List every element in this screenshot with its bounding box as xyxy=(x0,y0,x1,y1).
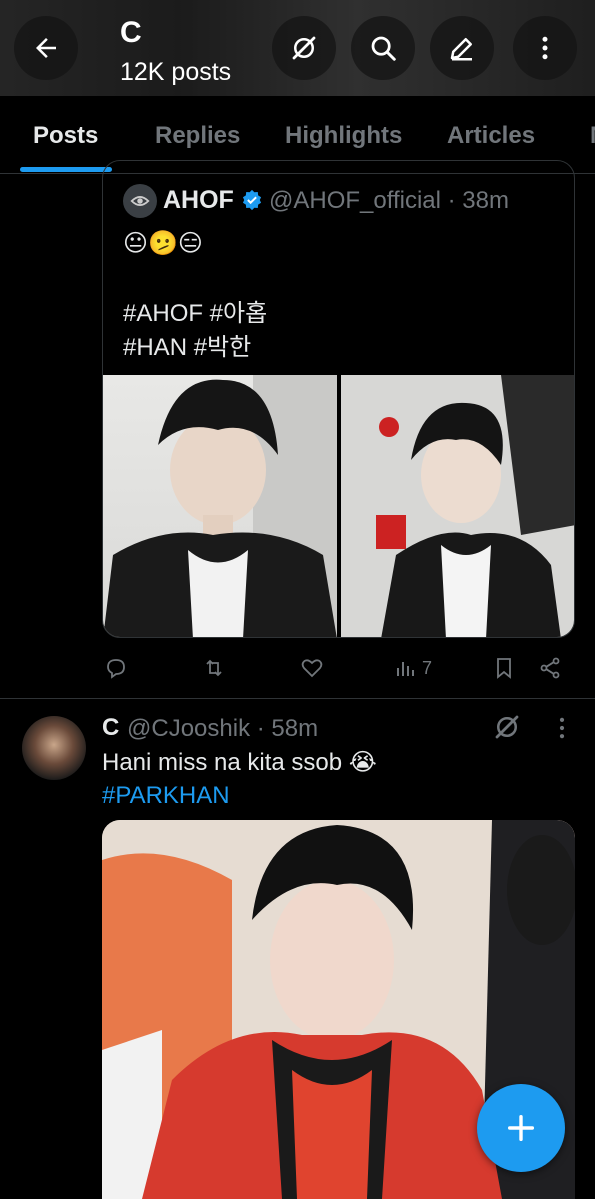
search-icon xyxy=(371,36,396,61)
tab-replies[interactable]: Replies xyxy=(155,122,240,150)
plus-icon xyxy=(507,1114,535,1142)
quoted-photo-2[interactable] xyxy=(341,375,574,637)
grok-button[interactable] xyxy=(272,16,336,80)
verified-badge-icon xyxy=(242,189,262,211)
quoted-photo-1[interactable] xyxy=(103,375,337,637)
arrow-left-icon xyxy=(36,38,56,58)
post-divider xyxy=(0,698,595,699)
share-icon xyxy=(540,657,560,679)
grok-icon xyxy=(292,36,316,60)
more-vertical-icon[interactable] xyxy=(548,714,576,742)
avatar[interactable] xyxy=(22,716,86,780)
photo-illustration xyxy=(103,375,337,637)
photo-illustration xyxy=(341,375,574,637)
tab-posts[interactable]: Posts xyxy=(33,122,98,150)
quoted-author-avatar[interactable] xyxy=(123,184,157,218)
post-text: Hani miss na kita ssob 😭 xyxy=(102,749,377,776)
share-button[interactable] xyxy=(538,656,562,680)
bookmark-button[interactable] xyxy=(492,656,516,680)
grok-icon[interactable] xyxy=(492,712,522,742)
reply-button[interactable] xyxy=(104,656,128,680)
pencil-icon xyxy=(450,38,472,61)
like-button[interactable] xyxy=(300,656,324,680)
quoted-hashtags-line2[interactable]: #HAN #박한 xyxy=(123,327,251,362)
quoted-post[interactable]: AHOF @AHOF_official · 38m 😐🫤😑 #AHOF #아홉 … xyxy=(102,160,575,638)
reply-icon xyxy=(107,659,125,679)
quoted-emoji-line: 😐🫤😑 xyxy=(123,230,203,257)
views-count: 7 xyxy=(422,657,433,678)
back-button[interactable] xyxy=(14,16,78,80)
post-action-bar: 7 xyxy=(102,650,572,690)
heart-icon xyxy=(301,659,323,678)
post-author-name[interactable]: C xyxy=(102,714,119,742)
search-button[interactable] xyxy=(351,16,415,80)
tab-articles[interactable]: Articles xyxy=(447,122,535,150)
edit-button[interactable] xyxy=(430,16,494,80)
post-hashtag-link[interactable]: #PARKHAN xyxy=(102,782,230,810)
compose-post-button[interactable] xyxy=(477,1084,565,1172)
active-tab-indicator xyxy=(20,167,112,172)
more-vertical-icon xyxy=(542,36,548,60)
repost-icon xyxy=(206,659,222,677)
tab-highlights[interactable]: Highlights xyxy=(285,122,402,150)
ahof-logo-icon xyxy=(130,195,150,207)
more-options-button[interactable] xyxy=(513,16,577,80)
views-chart-icon xyxy=(397,662,414,676)
repost-button[interactable] xyxy=(202,656,226,680)
quoted-author-name[interactable]: AHOF xyxy=(163,186,234,215)
bookmark-icon xyxy=(497,658,511,679)
post-author-handle: @CJooshik · 58m xyxy=(127,715,319,742)
views-button[interactable]: 7 xyxy=(394,656,432,680)
profile-title: C xyxy=(120,16,142,49)
quoted-author-handle: @AHOF_official · 38m xyxy=(269,187,509,214)
quoted-hashtags-line1[interactable]: #AHOF #아홉 xyxy=(123,293,267,328)
tab-media[interactable]: M xyxy=(590,122,595,150)
post-count: 12K posts xyxy=(120,58,232,86)
